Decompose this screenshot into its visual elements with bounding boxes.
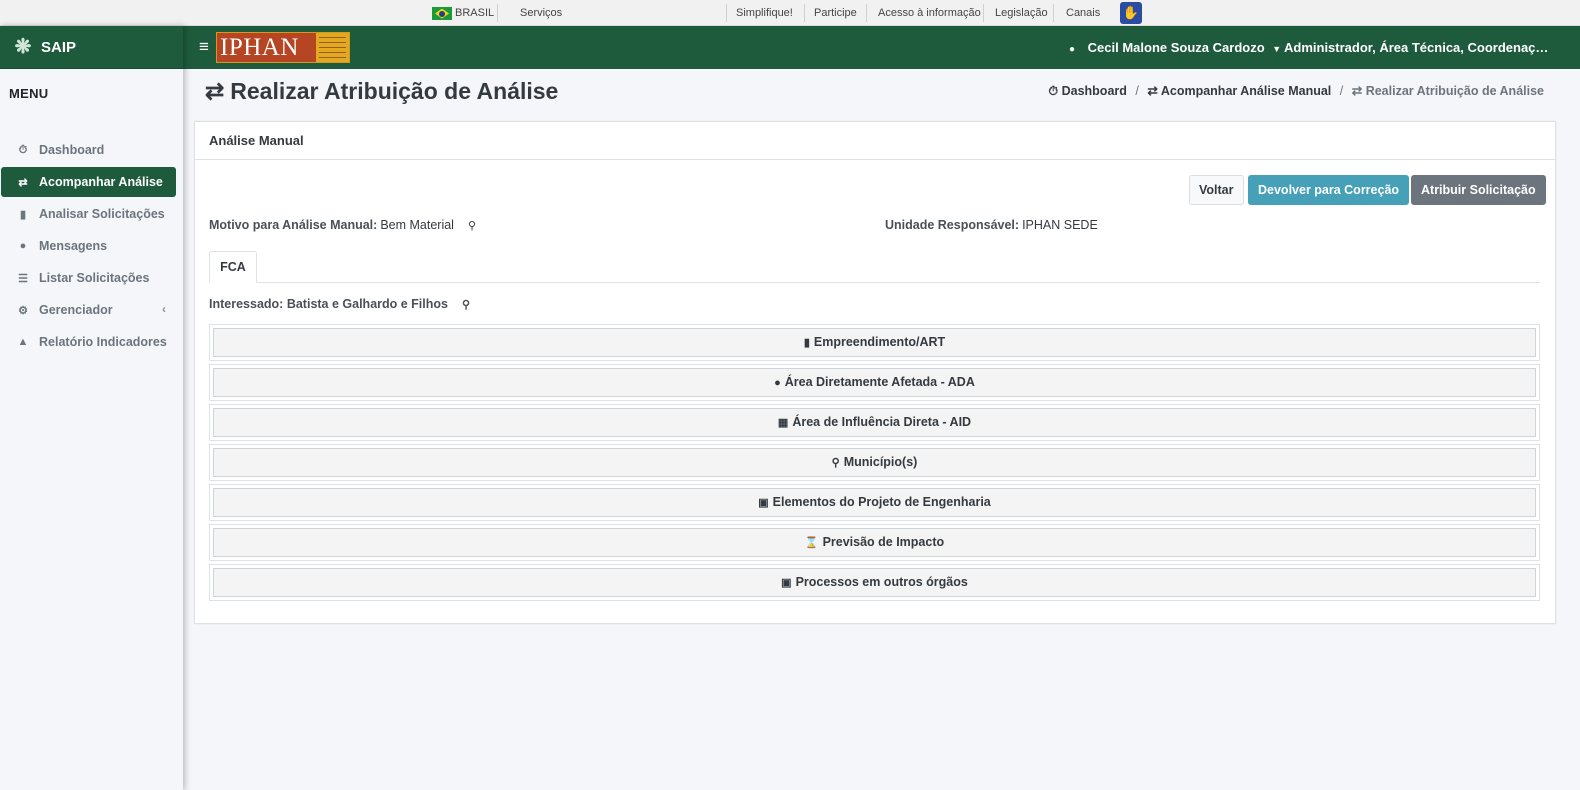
exchange-icon: ⇄: [205, 78, 225, 104]
chevron-left-icon: ‹: [162, 302, 166, 316]
main-navbar: ≡ IPHAN ● Cecil Malone Souza Cardozo ▼ A…: [183, 26, 1580, 69]
section-empreendimento: ▮ Empreendimento/ART: [209, 324, 1540, 361]
sidebar-item-mensagens[interactable]: ● Mensagens: [1, 231, 176, 261]
tabs: FCA: [209, 251, 1540, 283]
sidebar-item-label: Analisar Solicitações: [39, 207, 165, 221]
tab-fca[interactable]: FCA: [209, 251, 257, 283]
voltar-button[interactable]: Voltar: [1189, 175, 1244, 205]
section-previsao-impacto: ⌛ Previsão de Impacto: [209, 524, 1540, 561]
map-icon: ▦: [777, 417, 789, 429]
sidebar-item-label: Relatório Indicadores: [39, 335, 167, 349]
brand[interactable]: ❋ SAIP: [0, 26, 183, 69]
saip-logo-icon: ❋: [14, 36, 32, 58]
page-title: ⇄ Realizar Atribuição de Análise: [205, 78, 558, 105]
exchange-icon: ⇄: [18, 176, 28, 189]
section-toggle[interactable]: ▣ Processos em outros órgãos: [213, 568, 1536, 597]
interessado-value: Batista e Galhardo e Filhos: [286, 297, 448, 311]
iphan-logo[interactable]: IPHAN: [216, 32, 350, 63]
section-municipios: ⚲ Município(s): [209, 444, 1540, 481]
interessado-field: Interessado: Batista e Galhardo e Filhos…: [209, 297, 470, 311]
user-roles[interactable]: Administrador, Área Técnica, Coordenação…: [1284, 26, 1552, 69]
brand-name: SAIP: [41, 38, 77, 56]
gov-services-link[interactable]: Serviços: [520, 0, 562, 26]
page-title-text: Realizar Atribuição de Análise: [230, 78, 559, 104]
devolver-correcao-button[interactable]: Devolver para Correção: [1248, 175, 1410, 205]
dashboard-icon: ⏱: [1048, 84, 1059, 98]
sidebar-item-label: Listar Solicitações: [39, 271, 150, 285]
section-elementos-projeto: ▣ Elementos do Projeto de Engenharia: [209, 484, 1540, 521]
breadcrumb-current: ⇄ Realizar Atribuição de Análise: [1351, 84, 1544, 98]
section-toggle[interactable]: ▮ Empreendimento/ART: [213, 328, 1536, 357]
interessado-label: Interessado:: [209, 297, 284, 311]
exchange-icon: ⇄: [1351, 84, 1363, 98]
analise-manual-card: Análise Manual Voltar Devolver para Corr…: [194, 121, 1556, 624]
gov-top-bar: BRASIL Serviços Simplifique! Participe A…: [0, 0, 1580, 26]
area-chart-icon: ▲: [17, 336, 29, 348]
caret-down-icon: ▼: [1272, 44, 1282, 54]
iphan-logo-text: IPHAN: [220, 34, 299, 61]
unidade-field: Unidade Responsável: IPHAN SEDE: [885, 218, 1098, 232]
book-icon: ▮: [19, 208, 27, 221]
archive-icon: ▣: [781, 577, 792, 589]
menu-title: MENU: [9, 86, 49, 101]
gov-link-participe[interactable]: Participe: [814, 0, 857, 26]
gov-link-legislacao[interactable]: Legislação: [995, 0, 1048, 26]
gov-link-acesso-informacao[interactable]: Acesso à informação: [878, 0, 981, 26]
atribuir-solicitacao-button[interactable]: Atribuir Solicitação: [1411, 175, 1546, 205]
gov-link-canais[interactable]: Canais: [1066, 0, 1100, 26]
sidebar-item-label: Acompanhar Análise: [39, 175, 163, 189]
user-menu[interactable]: ● Cecil Malone Souza Cardozo ▼: [1069, 26, 1281, 69]
section-toggle[interactable]: ▦ Área de Influência Direta - AID: [213, 408, 1536, 437]
chat-icon: ●: [1069, 44, 1076, 55]
unidade-label: Unidade Responsável:: [885, 218, 1020, 232]
cogs-icon: ⚙: [18, 304, 28, 317]
breadcrumb-dashboard[interactable]: ⏱ Dashboard: [1048, 84, 1127, 98]
building-icon: ▮: [803, 337, 810, 349]
sidebar-item-analisar-solicitacoes[interactable]: ▮ Analisar Solicitações: [1, 199, 176, 229]
section-aid: ▦ Área de Influência Direta - AID: [209, 404, 1540, 441]
search-icon[interactable]: ⚲: [462, 299, 470, 311]
gov-brasil-link[interactable]: BRASIL: [455, 0, 494, 26]
sidebar-item-relatorio-indicadores[interactable]: ▲ Relatório Indicadores: [1, 327, 176, 357]
unidade-value: IPHAN SEDE: [1022, 218, 1098, 232]
sidebar-item-label: Dashboard: [39, 143, 105, 157]
section-ada: ● Área Diretamente Afetada - ADA: [209, 364, 1540, 401]
brazil-flag-icon: [432, 7, 452, 20]
globe-icon: ●: [774, 377, 781, 389]
sidebar: ❋ SAIP MENU ⏱ Dashboard ⇄ Acompanhar Aná…: [0, 26, 183, 790]
comments-icon: ●: [19, 240, 27, 252]
iphan-logo-emblem: [316, 33, 349, 62]
section-toggle[interactable]: ⌛ Previsão de Impacto: [213, 528, 1536, 557]
fca-sections: ▮ Empreendimento/ART ● Área Diretamente Af…: [209, 324, 1540, 604]
cubes-icon: ▣: [758, 497, 769, 509]
card-header: Análise Manual: [195, 122, 1555, 160]
hourglass-icon: ⌛: [804, 537, 819, 549]
section-processos-orgaos: ▣ Processos em outros órgãos: [209, 564, 1540, 601]
motivo-field: Motivo para Análise Manual: Bem Material ⚲: [209, 218, 476, 232]
dashboard-icon: ⏱: [18, 143, 28, 156]
breadcrumb-acompanhar[interactable]: ⇄ Acompanhar Análise Manual: [1147, 84, 1331, 98]
sidebar-item-listar-solicitacoes[interactable]: ☰ Listar Solicitações: [1, 263, 176, 293]
gov-link-simplifique[interactable]: Simplifique!: [736, 0, 793, 26]
motivo-value: Bem Material: [380, 218, 454, 232]
exchange-icon: ⇄: [1147, 84, 1158, 98]
sidebar-item-acompanhar-analise[interactable]: ⇄ Acompanhar Análise: [1, 167, 176, 197]
search-icon[interactable]: ⚲: [468, 220, 476, 232]
section-toggle[interactable]: ● Área Diretamente Afetada - ADA: [213, 368, 1536, 397]
hamburger-menu-icon[interactable]: ≡: [199, 37, 209, 57]
map-marker-icon: ⚲: [831, 457, 840, 469]
sidebar-item-gerenciador[interactable]: ⚙ Gerenciador ‹: [1, 295, 176, 325]
sidebar-item-label: Mensagens: [39, 239, 108, 253]
vlibras-accessibility-icon[interactable]: ✋: [1120, 2, 1142, 24]
list-icon: ☰: [18, 272, 28, 285]
section-toggle[interactable]: ⚲ Município(s): [213, 448, 1536, 477]
sidebar-item-label: Gerenciador: [39, 303, 113, 317]
section-toggle[interactable]: ▣ Elementos do Projeto de Engenharia: [213, 488, 1536, 517]
user-name: Cecil Malone Souza Cardozo: [1087, 40, 1265, 55]
sidebar-item-dashboard[interactable]: ⏱ Dashboard: [1, 135, 176, 165]
motivo-label: Motivo para Análise Manual:: [209, 218, 378, 232]
breadcrumb: ⏱ Dashboard / ⇄ Acompanhar Análise Manua…: [1048, 84, 1544, 98]
